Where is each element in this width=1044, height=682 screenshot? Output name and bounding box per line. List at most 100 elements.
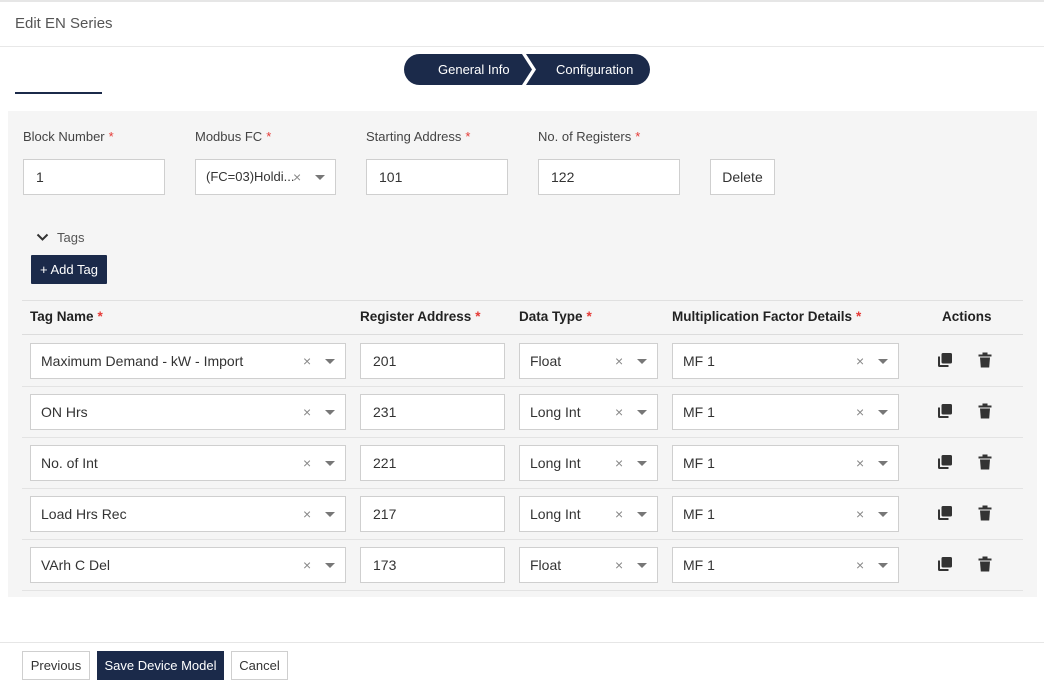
- chevron-down-icon[interactable]: [878, 512, 888, 517]
- chevron-down-icon[interactable]: [878, 410, 888, 415]
- footer-divider: [0, 642, 1044, 643]
- tag-name-select[interactable]: Load Hrs Rec ×: [30, 496, 346, 532]
- copy-icon[interactable]: [937, 505, 953, 521]
- data-type-select[interactable]: Long Int ×: [519, 394, 658, 430]
- mf-value: MF 1: [683, 353, 715, 369]
- clear-icon[interactable]: ×: [303, 548, 311, 582]
- chevron-down-icon[interactable]: [325, 359, 335, 364]
- trash-icon[interactable]: [977, 352, 993, 368]
- clear-icon[interactable]: ×: [615, 497, 623, 531]
- copy-icon[interactable]: [937, 403, 953, 419]
- register-address-input[interactable]: 173: [360, 547, 505, 583]
- chevron-down-icon[interactable]: [878, 563, 888, 568]
- tags-collapse-toggle[interactable]: Tags: [36, 228, 84, 246]
- cancel-button[interactable]: Cancel: [231, 651, 288, 680]
- tag-name-select[interactable]: No. of Int ×: [30, 445, 346, 481]
- chevron-down-icon[interactable]: [637, 410, 647, 415]
- tag-name-select[interactable]: Maximum Demand - kW - Import ×: [30, 343, 346, 379]
- tag-name-value: VArh C Del: [41, 557, 110, 573]
- mf-select[interactable]: MF 1 ×: [672, 547, 899, 583]
- register-address-input[interactable]: 201: [360, 343, 505, 379]
- num-registers-input[interactable]: 122: [538, 159, 680, 195]
- modbus-fc-label: Modbus FC *: [195, 129, 272, 144]
- copy-icon[interactable]: [937, 352, 953, 368]
- tags-label: Tags: [57, 229, 85, 245]
- mf-select[interactable]: MF 1 ×: [672, 496, 899, 532]
- clear-icon[interactable]: ×: [856, 446, 864, 480]
- mf-select[interactable]: MF 1 ×: [672, 445, 899, 481]
- chevron-down-icon[interactable]: [325, 461, 335, 466]
- clear-icon[interactable]: ×: [615, 344, 623, 378]
- starting-address-input[interactable]: 101: [366, 159, 508, 195]
- register-address-input[interactable]: 221: [360, 445, 505, 481]
- table-header-top-border: [22, 300, 1023, 301]
- trash-icon[interactable]: [977, 505, 993, 521]
- trash-icon[interactable]: [977, 403, 993, 419]
- tag-name-select[interactable]: VArh C Del ×: [30, 547, 346, 583]
- tag-name-value: ON Hrs: [41, 404, 88, 420]
- row-divider: [22, 437, 1023, 438]
- block-number-label: Block Number *: [23, 129, 114, 144]
- block-number-input[interactable]: 1: [23, 159, 165, 195]
- clear-icon[interactable]: ×: [856, 344, 864, 378]
- save-device-model-button[interactable]: Save Device Model: [97, 651, 224, 680]
- page-title: Edit EN Series: [15, 15, 113, 32]
- clear-icon[interactable]: ×: [303, 344, 311, 378]
- data-type-value: Long Int: [530, 404, 581, 420]
- mf-select[interactable]: MF 1 ×: [672, 394, 899, 430]
- step-configuration[interactable]: Configuration: [526, 54, 650, 85]
- chevron-down-icon[interactable]: [878, 461, 888, 466]
- tag-name-select[interactable]: ON Hrs ×: [30, 394, 346, 430]
- chevron-down-icon: [36, 233, 49, 241]
- tag-name-value: No. of Int: [41, 455, 98, 471]
- data-type-value: Long Int: [530, 506, 581, 522]
- clear-icon[interactable]: ×: [293, 160, 301, 194]
- mf-value: MF 1: [683, 455, 715, 471]
- data-type-select[interactable]: Float ×: [519, 547, 658, 583]
- chevron-down-icon[interactable]: [637, 461, 647, 466]
- clear-icon[interactable]: ×: [856, 548, 864, 582]
- column-header-tag-name: Tag Name *: [30, 309, 103, 324]
- chevron-down-icon[interactable]: [878, 359, 888, 364]
- clear-icon[interactable]: ×: [303, 395, 311, 429]
- add-tag-button[interactable]: + Add Tag: [31, 255, 107, 284]
- clear-icon[interactable]: ×: [615, 548, 623, 582]
- clear-icon[interactable]: ×: [303, 497, 311, 531]
- clear-icon[interactable]: ×: [615, 395, 623, 429]
- mf-value: MF 1: [683, 557, 715, 573]
- data-type-value: Long Int: [530, 455, 581, 471]
- trash-icon[interactable]: [977, 556, 993, 572]
- data-type-select[interactable]: Long Int ×: [519, 496, 658, 532]
- clear-icon[interactable]: ×: [303, 446, 311, 480]
- chevron-down-icon[interactable]: [637, 359, 647, 364]
- mf-value: MF 1: [683, 404, 715, 420]
- row-divider: [22, 539, 1023, 540]
- copy-icon[interactable]: [937, 556, 953, 572]
- chevron-down-icon[interactable]: [325, 410, 335, 415]
- row-divider: [22, 590, 1023, 591]
- clear-icon[interactable]: ×: [615, 446, 623, 480]
- active-tab-indicator: [15, 92, 102, 94]
- chevron-down-icon[interactable]: [637, 563, 647, 568]
- num-registers-label: No. of Registers *: [538, 129, 641, 144]
- data-type-select[interactable]: Long Int ×: [519, 445, 658, 481]
- register-address-input[interactable]: 217: [360, 496, 505, 532]
- modbus-fc-select[interactable]: (FC=03)Holdi... ×: [195, 159, 336, 195]
- clear-icon[interactable]: ×: [856, 395, 864, 429]
- chevron-down-icon[interactable]: [325, 512, 335, 517]
- chevron-down-icon[interactable]: [315, 175, 325, 180]
- column-header-mf-details: Multiplication Factor Details *: [672, 309, 862, 324]
- clear-icon[interactable]: ×: [856, 497, 864, 531]
- mf-select[interactable]: MF 1 ×: [672, 343, 899, 379]
- chevron-down-icon[interactable]: [325, 563, 335, 568]
- trash-icon[interactable]: [977, 454, 993, 470]
- wizard-stepper: General Info Configuration: [404, 54, 650, 85]
- column-header-register-address: Register Address *: [360, 309, 481, 324]
- copy-icon[interactable]: [937, 454, 953, 470]
- delete-block-button[interactable]: Delete: [710, 159, 775, 195]
- starting-address-label: Starting Address *: [366, 129, 471, 144]
- register-address-input[interactable]: 231: [360, 394, 505, 430]
- previous-button[interactable]: Previous: [22, 651, 90, 680]
- data-type-select[interactable]: Float ×: [519, 343, 658, 379]
- chevron-down-icon[interactable]: [637, 512, 647, 517]
